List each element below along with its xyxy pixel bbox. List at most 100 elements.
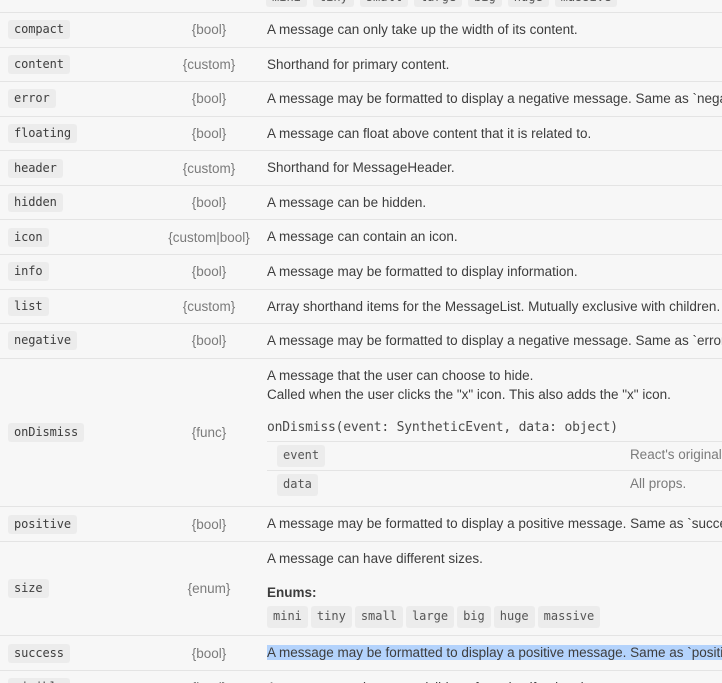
prop-type-cell: {custom} bbox=[159, 289, 259, 324]
prop-type-cell: {custom} bbox=[159, 47, 259, 82]
table-row: positive {bool} A message may be formatted… bbox=[0, 506, 722, 542]
prop-name-cell: floating bbox=[0, 116, 159, 151]
prop-name-chip: positive bbox=[8, 514, 77, 534]
prop-type-cell: {bool} bbox=[159, 670, 259, 683]
callback-param-description: All props. bbox=[629, 475, 687, 491]
enum-chip: tiny bbox=[310, 606, 352, 629]
prop-description-cell: A message that the user can choose to hi… bbox=[259, 358, 722, 507]
callback-param-chip: event bbox=[277, 444, 326, 467]
prop-description-cell: Shorthand for primary content. bbox=[259, 47, 722, 82]
prop-name-chip: content bbox=[8, 54, 70, 74]
callback-param-row: event React's original SyntheticEvent. bbox=[267, 441, 722, 470]
enum-chip: small bbox=[354, 606, 403, 629]
prop-type-cell: {bool} bbox=[159, 323, 259, 359]
prop-description-cell: A message can contain an icon. bbox=[259, 219, 722, 255]
prop-name-cell: onDismiss bbox=[0, 358, 159, 507]
callback-params-table: event React's original SyntheticEvent. dat… bbox=[267, 441, 722, 500]
prop-name-cell: error bbox=[0, 81, 159, 117]
prop-description-line: A message can float above content that i… bbox=[267, 125, 592, 141]
clipped-enum-chip: small bbox=[359, 0, 408, 7]
clipped-enum-chip: mini bbox=[266, 0, 307, 7]
prop-name-chip: visible bbox=[8, 678, 70, 683]
prop-name-chip: hidden bbox=[8, 193, 63, 213]
enum-chip-row: mini tiny small large big huge massive bbox=[267, 606, 722, 629]
table-row: header {custom} Shorthand for MessageHeade… bbox=[0, 150, 722, 186]
prop-description-line: Array shorthand items for the MessageLis… bbox=[267, 298, 721, 314]
prop-name-chip: success bbox=[8, 643, 70, 663]
prop-type-cell: {custom|bool} bbox=[159, 219, 259, 255]
prop-description-line: A message can be set to visible to force… bbox=[267, 678, 722, 683]
prop-description-line: A message can have different sizes. bbox=[267, 550, 483, 566]
enum-chip: mini bbox=[267, 606, 308, 629]
enums-label: Enums: bbox=[267, 584, 317, 600]
table-row: error {bool} A message may be formatted to… bbox=[0, 81, 722, 117]
prop-type-cell: {bool} bbox=[159, 12, 259, 48]
callback-param-description: React's original SyntheticEvent. bbox=[629, 446, 722, 462]
prop-description-line: A message may be formatted to display a … bbox=[267, 333, 722, 349]
prop-type-cell: {bool} bbox=[159, 635, 259, 671]
prop-name-chip: icon bbox=[8, 227, 49, 247]
clipped-enum-chip: massive bbox=[554, 0, 618, 7]
prop-description-line: A message can contain an icon. bbox=[267, 229, 458, 245]
table-row: success {bool} A message may be formatted … bbox=[0, 635, 722, 671]
component-props-table: compact {bool} A message can only take up … bbox=[0, 12, 722, 683]
prop-description-cell: A message can only take up the width of … bbox=[259, 12, 722, 48]
prop-description-cell: A message can float above content that i… bbox=[259, 116, 722, 151]
prop-description-line: A message that the user can choose to hi… bbox=[267, 367, 534, 383]
prop-name-chip: onDismiss bbox=[8, 423, 85, 442]
prop-description-line: A message may be formatted to display a … bbox=[267, 645, 722, 661]
clipped-enum-chip: tiny bbox=[312, 0, 354, 7]
callback-param-name-cell: event bbox=[267, 441, 630, 470]
callback-param-name-cell: data bbox=[267, 470, 630, 499]
prop-type-cell: {bool} bbox=[159, 506, 259, 542]
clipped-enum-chip: big bbox=[468, 0, 502, 7]
prop-type-cell: {enum} bbox=[159, 541, 259, 636]
prop-description-line: A message can be hidden. bbox=[267, 194, 427, 210]
prop-name-chip: error bbox=[8, 89, 56, 109]
table-row: content {custom} Shorthand for primary con… bbox=[0, 47, 722, 82]
prop-name-chip: info bbox=[8, 262, 49, 282]
enum-chip: large bbox=[405, 606, 455, 629]
prop-name-cell: positive bbox=[0, 506, 159, 542]
prop-name-cell: icon bbox=[0, 219, 159, 255]
prop-type-cell: {custom} bbox=[159, 150, 259, 186]
prop-description-cell: A message may be formatted to display a … bbox=[259, 506, 722, 542]
enum-chip: massive bbox=[537, 606, 601, 629]
prop-type-cell: {bool} bbox=[159, 185, 259, 220]
prop-description-cell: Shorthand for MessageHeader. bbox=[259, 150, 722, 186]
prop-description-cell: A message can be set to visible to force… bbox=[259, 670, 722, 683]
prop-name-chip: list bbox=[8, 296, 49, 316]
prop-name-cell: success bbox=[0, 635, 159, 671]
table-row: info {bool} A message may be formatted to … bbox=[0, 254, 722, 289]
prop-type-cell: {bool} bbox=[159, 116, 259, 151]
prop-name-cell: header bbox=[0, 150, 159, 186]
prop-name-chip: compact bbox=[8, 20, 70, 40]
prop-description-line: Called when the user clicks the "x" icon… bbox=[267, 387, 671, 403]
prop-name-chip: negative bbox=[8, 331, 77, 351]
table-row: visible {bool} A message can be set to vis… bbox=[0, 670, 722, 683]
prop-description-line: A message may be formatted to display a … bbox=[267, 91, 722, 107]
prop-type-cell: {bool} bbox=[159, 81, 259, 117]
prop-name-cell: content bbox=[0, 47, 159, 82]
props-table-viewport: minitinysmalllargebighugemassive compact… bbox=[0, 0, 722, 683]
prop-name-cell: list bbox=[0, 289, 159, 324]
prop-name-cell: visible bbox=[0, 670, 159, 683]
prop-description-line: A message may be formatted to display a … bbox=[267, 516, 722, 532]
prop-description-cell: Array shorthand items for the MessageLis… bbox=[259, 289, 722, 324]
clipped-enum-chip: huge bbox=[507, 0, 549, 7]
prop-name-cell: hidden bbox=[0, 185, 159, 220]
table-row: hidden {bool} A message can be hidden. bbox=[0, 185, 722, 220]
callback-param-chip: data bbox=[277, 473, 318, 497]
prop-description-cell: A message may be formatted to display a … bbox=[259, 323, 722, 359]
prop-type-cell: {bool} bbox=[159, 254, 259, 289]
prop-description-line: Shorthand for primary content. bbox=[267, 56, 450, 72]
callback-signature: onDismiss(event: SyntheticEvent, data: o… bbox=[267, 419, 618, 435]
prop-name-chip: header bbox=[8, 158, 63, 178]
table-row: negative {bool} A message may be formatted… bbox=[0, 323, 722, 359]
prop-type-cell: {func} bbox=[159, 358, 259, 507]
table-row: list {custom} Array shorthand items for th… bbox=[0, 289, 722, 324]
prop-name-cell: info bbox=[0, 254, 159, 289]
table-row: compact {bool} A message can only take up … bbox=[0, 12, 722, 48]
prop-description-cell: A message may be formatted to display a … bbox=[259, 635, 722, 671]
prop-name-cell: negative bbox=[0, 323, 159, 359]
